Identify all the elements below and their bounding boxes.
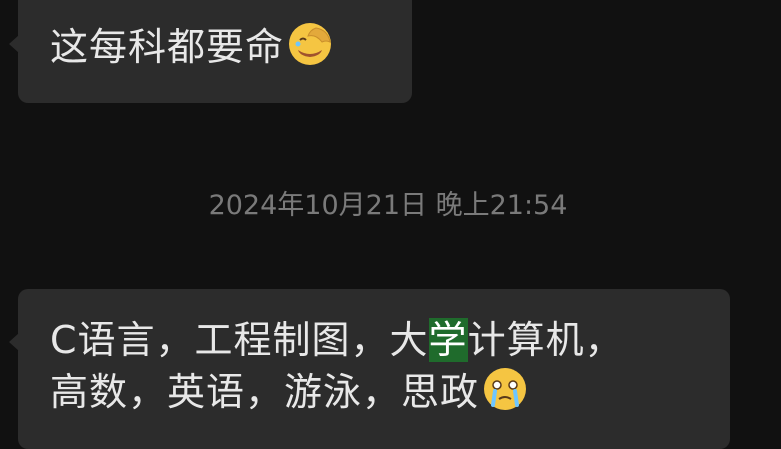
crying-face-emoji-icon (484, 368, 527, 410)
timestamp: 2024年10月21日 晚上21:54 (208, 190, 568, 221)
message-text-line: C语言，工程制图，大学计算机， (50, 318, 624, 362)
face-palm-emoji-icon (289, 23, 332, 65)
highlighted-text: 学 (428, 318, 468, 362)
message-text: 这每科都要命 (50, 20, 412, 72)
message-bubble[interactable]: 这每科都要命 (9, 0, 412, 103)
message-text-line: 高数，英语，游泳，思政 (50, 365, 730, 417)
message-bubble[interactable]: C语言，工程制图，大学计算机， 高数，英语，游泳，思政 (9, 289, 730, 449)
